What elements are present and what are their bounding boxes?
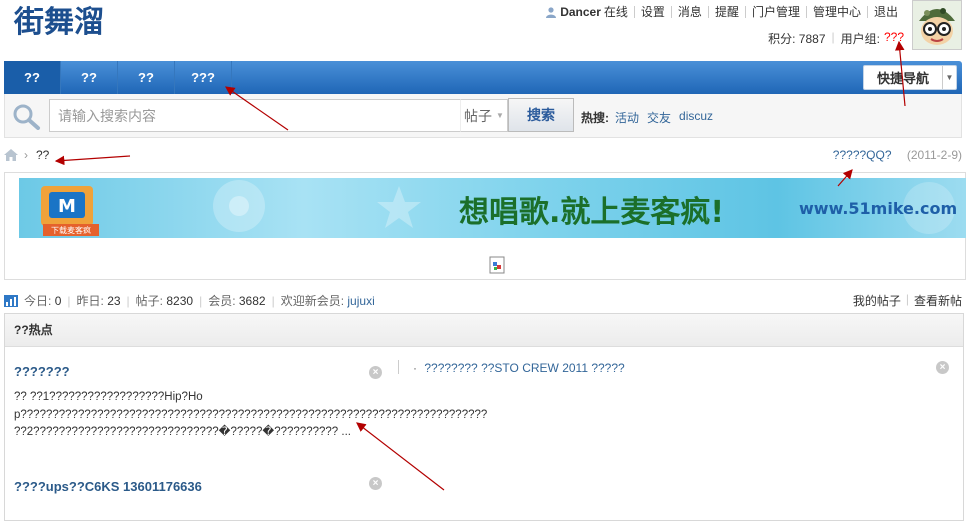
credit-bar: 积分: 7887 | 用户组: ???: [768, 30, 904, 47]
user-status: Dancer 在线: [539, 6, 634, 18]
ad-box: M 下载麦客疯 想唱歌.就上麦客疯! www.51mike.com: [4, 172, 966, 280]
online-status: 在线: [603, 5, 628, 19]
ad-banner[interactable]: M 下载麦客疯 想唱歌.就上麦客疯! www.51mike.com: [19, 178, 966, 238]
quick-nav-button[interactable]: 快捷导航 ▼: [863, 65, 957, 90]
announcement-link[interactable]: ?????QQ?: [833, 148, 892, 162]
divider: |: [905, 292, 909, 306]
hot-keyword[interactable]: discuz: [679, 109, 713, 126]
svg-text:M: M: [58, 196, 76, 217]
usergroup-value: ???: [883, 30, 904, 44]
broken-image-icon: [489, 256, 505, 274]
hot-topics-heading: ??热点: [5, 314, 963, 347]
stat-members-label: 会员:: [208, 294, 236, 308]
hot-side-link[interactable]: ???????? ??STO CREW 2011 ?????: [424, 361, 624, 375]
avatar[interactable]: [912, 0, 962, 50]
main-nav: ?? ?? ?? ??? 快捷导航 ▼: [4, 61, 962, 94]
new-posts-link[interactable]: 查看新帖: [914, 292, 962, 309]
svg-text:想唱歌.就上麦客疯!: 想唱歌.就上麦客疯!: [459, 195, 724, 230]
welcome-label: 欢迎新会员:: [280, 294, 345, 308]
stat-today: 0: [54, 293, 62, 308]
user-icon: [546, 7, 557, 18]
breadcrumb-current: ??: [36, 148, 50, 162]
search-type-select[interactable]: 帖子 ▼: [460, 99, 508, 132]
divider: [398, 360, 399, 374]
close-icon[interactable]: ×: [369, 477, 382, 490]
svg-text:下载麦客疯: 下载麦客疯: [51, 225, 91, 235]
search-type-value: 帖子: [464, 107, 492, 124]
search-button[interactable]: 搜索: [508, 98, 574, 132]
announcement-date: (2011-2-9): [906, 148, 962, 162]
bullet: ·: [413, 361, 417, 375]
hot-keyword[interactable]: 活动: [615, 109, 639, 126]
chevron-down-icon: ▼: [496, 111, 504, 120]
breadcrumb-separator: ›: [24, 148, 28, 162]
hot-topic-primary: ??????? ?? ??1??????????????????Hip?Hop?…: [14, 364, 488, 442]
admin-center-link[interactable]: 管理中心: [805, 6, 867, 18]
divider: |: [199, 293, 203, 308]
arrow-to-breadcrumb: [54, 155, 131, 166]
messages-link[interactable]: 消息: [670, 6, 708, 18]
divider: |: [67, 293, 71, 308]
hot-side-item: · ???????? ??STO CREW 2011 ?????: [413, 361, 625, 375]
site-logo[interactable]: 街舞溜: [12, 4, 122, 38]
chevron-down-icon: ▼: [942, 66, 956, 89]
hot-search: 热搜: 活动 交友 discuz: [581, 109, 721, 126]
search-bar: 帖子 ▼ 搜索 热搜: 活动 交友 discuz: [4, 94, 962, 138]
nav-tab-1[interactable]: ??: [4, 61, 61, 94]
nav-tab-3[interactable]: ??: [118, 61, 175, 94]
reminders-link[interactable]: 提醒: [707, 6, 745, 18]
hot-topic-excerpt: ?? ??1??????????????????Hip?Hop?????????…: [14, 391, 488, 438]
user-bar: Dancer 在线 设置 消息 提醒 门户管理 管理中心 退出: [539, 5, 904, 19]
breadcrumb: › ??: [4, 148, 49, 162]
logo-text: 街舞溜: [13, 5, 104, 38]
divider: |: [271, 293, 275, 308]
hot-search-label: 热搜:: [581, 111, 609, 125]
newest-member-link[interactable]: jujuxi: [347, 294, 374, 308]
close-icon[interactable]: ×: [936, 361, 949, 374]
svg-text:www.51mike.com: www.51mike.com: [799, 199, 957, 218]
stats-icon: [4, 294, 18, 307]
stat-posts-label: 帖子:: [135, 294, 164, 308]
stat-members: 3682: [238, 293, 266, 308]
hot-topics-panel: ??热点 ??????? ?? ??1??????????????????Hip…: [4, 313, 964, 521]
settings-link[interactable]: 设置: [633, 6, 671, 18]
stat-yesterday-label: 昨日:: [76, 294, 104, 308]
hot-topic-title[interactable]: ???????: [14, 364, 70, 379]
stat-today-label: 今日:: [24, 294, 52, 308]
nav-tab-2[interactable]: ??: [61, 61, 118, 94]
divider: |: [831, 30, 835, 44]
close-icon[interactable]: ×: [369, 366, 382, 379]
usergroup-label: 用户组:: [840, 32, 880, 46]
portal-admin-link[interactable]: 门户管理: [744, 6, 806, 18]
username-link[interactable]: Dancer: [560, 6, 601, 18]
stat-posts: 8230: [166, 293, 194, 308]
hot-topic-title[interactable]: ????ups??C6KS 13601176636: [14, 479, 202, 494]
avatar-image: [913, 1, 961, 49]
forum-stats: 今日: 0 | 昨日: 23 | 帖子: 8230 | 会员: 3682 | 欢…: [4, 292, 375, 309]
divider: |: [126, 293, 130, 308]
credits-link[interactable]: 积分: 7887: [768, 30, 825, 47]
quick-nav-label: 快捷导航: [876, 71, 929, 86]
home-icon[interactable]: [4, 149, 18, 161]
search-icon: [13, 104, 40, 130]
announcement: ?????QQ? (2011-2-9): [833, 148, 962, 162]
stat-yesterday: 23: [107, 293, 121, 308]
stats-links: 我的帖子 | 查看新帖: [853, 292, 962, 309]
nav-tab-4[interactable]: ???: [175, 61, 232, 94]
logout-link[interactable]: 退出: [866, 6, 904, 18]
my-posts-link[interactable]: 我的帖子: [853, 292, 901, 309]
hot-keyword[interactable]: 交友: [647, 109, 671, 126]
search-input[interactable]: [49, 99, 461, 132]
banner-art: M 下载麦客疯 想唱歌.就上麦客疯! www.51mike.com: [41, 180, 957, 236]
